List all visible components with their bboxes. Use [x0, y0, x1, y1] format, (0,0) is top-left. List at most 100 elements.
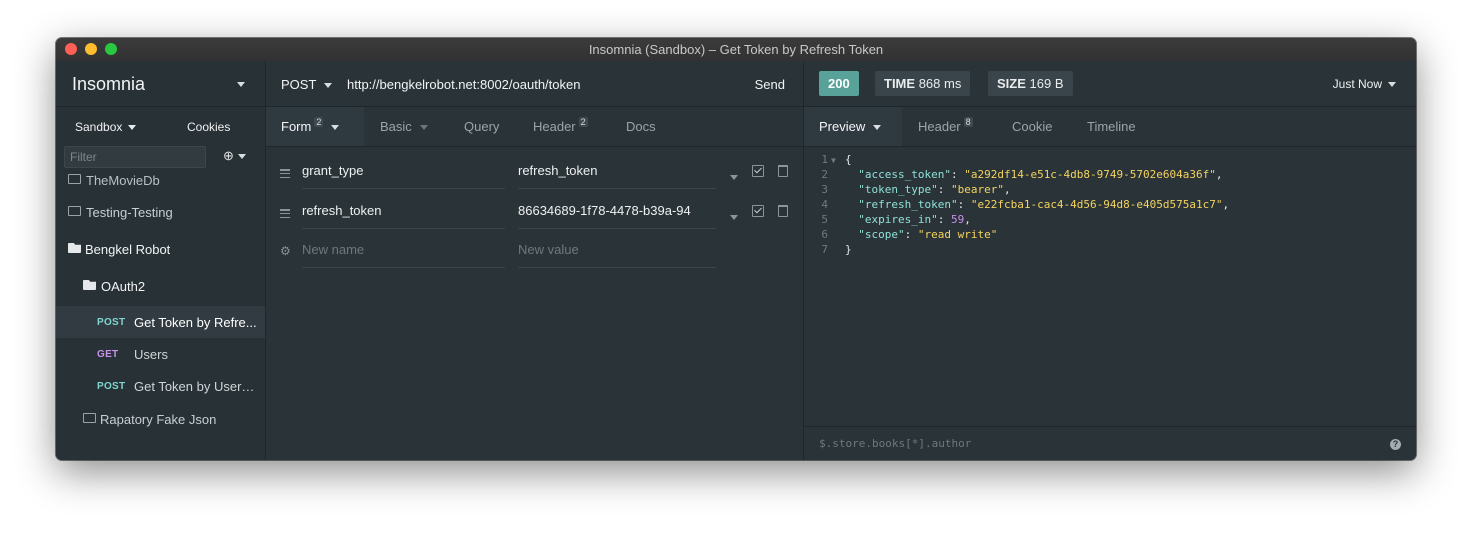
param-value-input[interactable]: refresh_token: [518, 154, 716, 189]
response-body-viewer[interactable]: 1 ▼ 2 3 4 5 6 7 { "access_token": "a292d…: [804, 147, 1416, 427]
response-tabs: Preview Header 8 Cookie Timeline: [804, 107, 1416, 147]
sidebar: Insomnia Sandbox Cookies Filter ⊕ TheMov…: [56, 61, 266, 460]
sidebar-request-get-token-refresh[interactable]: POST Get Token by Refre...: [56, 306, 265, 338]
chevron-down-icon: [237, 82, 245, 87]
request-label: Get Token by Usern...: [134, 379, 259, 394]
chevron-down-icon: [237, 154, 246, 160]
sidebar-folder-oauth2[interactable]: OAuth2: [56, 270, 265, 302]
jsonpath-filter-input[interactable]: $.store.books[*].author: [819, 437, 971, 450]
folder-icon: [68, 206, 81, 216]
folder-label: Bengkel Robot: [85, 242, 171, 257]
line-number: 3: [821, 183, 828, 196]
chevron-down-icon: [873, 125, 882, 131]
tab-query[interactable]: Query: [464, 107, 499, 146]
chevron-down-icon: [324, 83, 333, 89]
request-pane: POST http://bengkelrobot.net:8002/oauth/…: [266, 61, 804, 460]
folder-label: Testing-Testing: [86, 205, 173, 220]
tab-cookie[interactable]: Cookie: [1012, 107, 1052, 146]
enable-checkbox[interactable]: [752, 205, 764, 217]
sidebar-folder-testing[interactable]: Testing-Testing: [56, 196, 265, 228]
tab-header[interactable]: Header 2: [533, 107, 588, 146]
workspace-menu[interactable]: Insomnia: [56, 61, 265, 107]
sidebar-folder-bengkel-robot[interactable]: Bengkel Robot: [56, 233, 265, 265]
trash-icon[interactable]: [778, 165, 788, 177]
json-line: "refresh_token": "e22fcba1-cac4-4d56-94d…: [858, 198, 1230, 211]
url-input[interactable]: http://bengkelrobot.net:8002/oauth/token: [347, 77, 580, 92]
new-value-input[interactable]: New value: [518, 233, 716, 268]
gear-icon: ⚙: [280, 244, 291, 258]
folder-open-icon: [68, 243, 81, 253]
request-label: Get Token by Refre...: [134, 315, 257, 330]
enable-checkbox[interactable]: [752, 165, 764, 177]
tab-timeline[interactable]: Timeline: [1087, 107, 1136, 146]
filter-input[interactable]: Filter: [64, 146, 206, 168]
json-line: "access_token": "a292df14-e51c-4db8-9749…: [858, 168, 1223, 181]
line-number: 2: [821, 168, 828, 181]
line-number: 7: [821, 243, 828, 256]
fold-arrow-icon[interactable]: ▼: [831, 153, 836, 168]
param-value-input[interactable]: 86634689-1f78-4478-b39a-94: [518, 194, 716, 229]
plus-circle-icon: ⊕: [223, 148, 234, 163]
request-label: Users: [134, 347, 168, 362]
sidebar-request-get-token-username[interactable]: POST Get Token by Usern...: [56, 370, 265, 402]
tab-form[interactable]: Form 2: [266, 107, 364, 146]
method-select[interactable]: POST: [281, 77, 333, 92]
app-window: Insomnia (Sandbox) – Get Token by Refres…: [56, 38, 1416, 460]
status-badge: 200: [819, 71, 859, 96]
json-brace: {: [845, 153, 852, 166]
send-button[interactable]: Send: [755, 77, 785, 92]
json-line: "token_type": "bearer",: [858, 183, 1011, 196]
tab-basic[interactable]: Basic: [380, 107, 428, 146]
new-name-input[interactable]: New name: [302, 233, 505, 268]
param-type-dropdown[interactable]: [730, 169, 738, 184]
request-tree: TheMovieDb Testing-Testing Bengkel Robot…: [56, 174, 265, 460]
chevron-down-icon: [1388, 82, 1396, 88]
line-number: 1: [821, 153, 828, 166]
json-line: "expires_in": 59,: [858, 213, 971, 226]
sidebar-request-users[interactable]: GET Users: [56, 338, 265, 370]
param-type-dropdown[interactable]: [730, 209, 738, 224]
app-name: Insomnia: [72, 74, 146, 94]
add-item-button[interactable]: ⊕: [223, 148, 246, 164]
help-icon[interactable]: ?: [1390, 439, 1401, 450]
form-param-row: grant_type refresh_token: [266, 154, 803, 194]
line-number: 6: [821, 228, 828, 241]
sidebar-folder-themoviedb[interactable]: TheMovieDb: [56, 174, 265, 196]
drag-handle-icon[interactable]: [280, 169, 290, 179]
folder-icon: [83, 413, 96, 423]
chevron-down-icon: [331, 125, 340, 131]
sidebar-folder-rapatory[interactable]: Rapatory Fake Json: [56, 403, 265, 435]
chevron-down-icon: [419, 125, 428, 131]
form-param-row: refresh_token 86634689-1f78-4478-b39a-94: [266, 194, 803, 234]
cookies-button[interactable]: Cookies: [187, 120, 230, 134]
method-badge: POST: [97, 381, 126, 392]
chevron-down-icon: [128, 125, 137, 131]
new-param-row: ⚙ New name New value: [266, 233, 803, 273]
json-brace: }: [845, 243, 852, 256]
tab-response-header[interactable]: Header 8: [918, 107, 973, 146]
drag-handle-icon[interactable]: [280, 209, 290, 219]
chevron-down-icon: [730, 215, 738, 221]
tab-count: 2: [314, 117, 324, 127]
url-bar: POST http://bengkelrobot.net:8002/oauth/…: [266, 61, 803, 107]
line-number: 5: [821, 213, 828, 226]
response-history-dropdown[interactable]: Just Now: [1333, 77, 1396, 91]
tab-docs[interactable]: Docs: [626, 107, 656, 146]
method-badge: POST: [97, 317, 126, 328]
time-badge: TIME 868 ms: [875, 71, 971, 96]
trash-icon[interactable]: [778, 205, 788, 217]
json-line: "scope": "read write": [858, 228, 998, 241]
param-name-input[interactable]: refresh_token: [302, 194, 505, 229]
method-badge: GET: [97, 349, 119, 360]
title-bar: Insomnia (Sandbox) – Get Token by Refres…: [56, 38, 1416, 62]
response-filter-bar: $.store.books[*].author ?: [804, 426, 1416, 460]
environment-select[interactable]: Sandbox: [75, 120, 137, 134]
request-tabs: Form 2 Basic Query Header 2 Docs: [266, 107, 803, 147]
param-name-input[interactable]: grant_type: [302, 154, 505, 189]
folder-label: OAuth2: [101, 279, 146, 294]
tab-preview[interactable]: Preview: [804, 107, 902, 146]
environment-row: Sandbox Cookies: [56, 107, 265, 145]
response-pane: 200 TIME 868 ms SIZE 169 B Just Now Prev…: [804, 61, 1416, 460]
response-meta-bar: 200 TIME 868 ms SIZE 169 B Just Now: [804, 61, 1416, 107]
tab-count: 2: [578, 117, 588, 127]
